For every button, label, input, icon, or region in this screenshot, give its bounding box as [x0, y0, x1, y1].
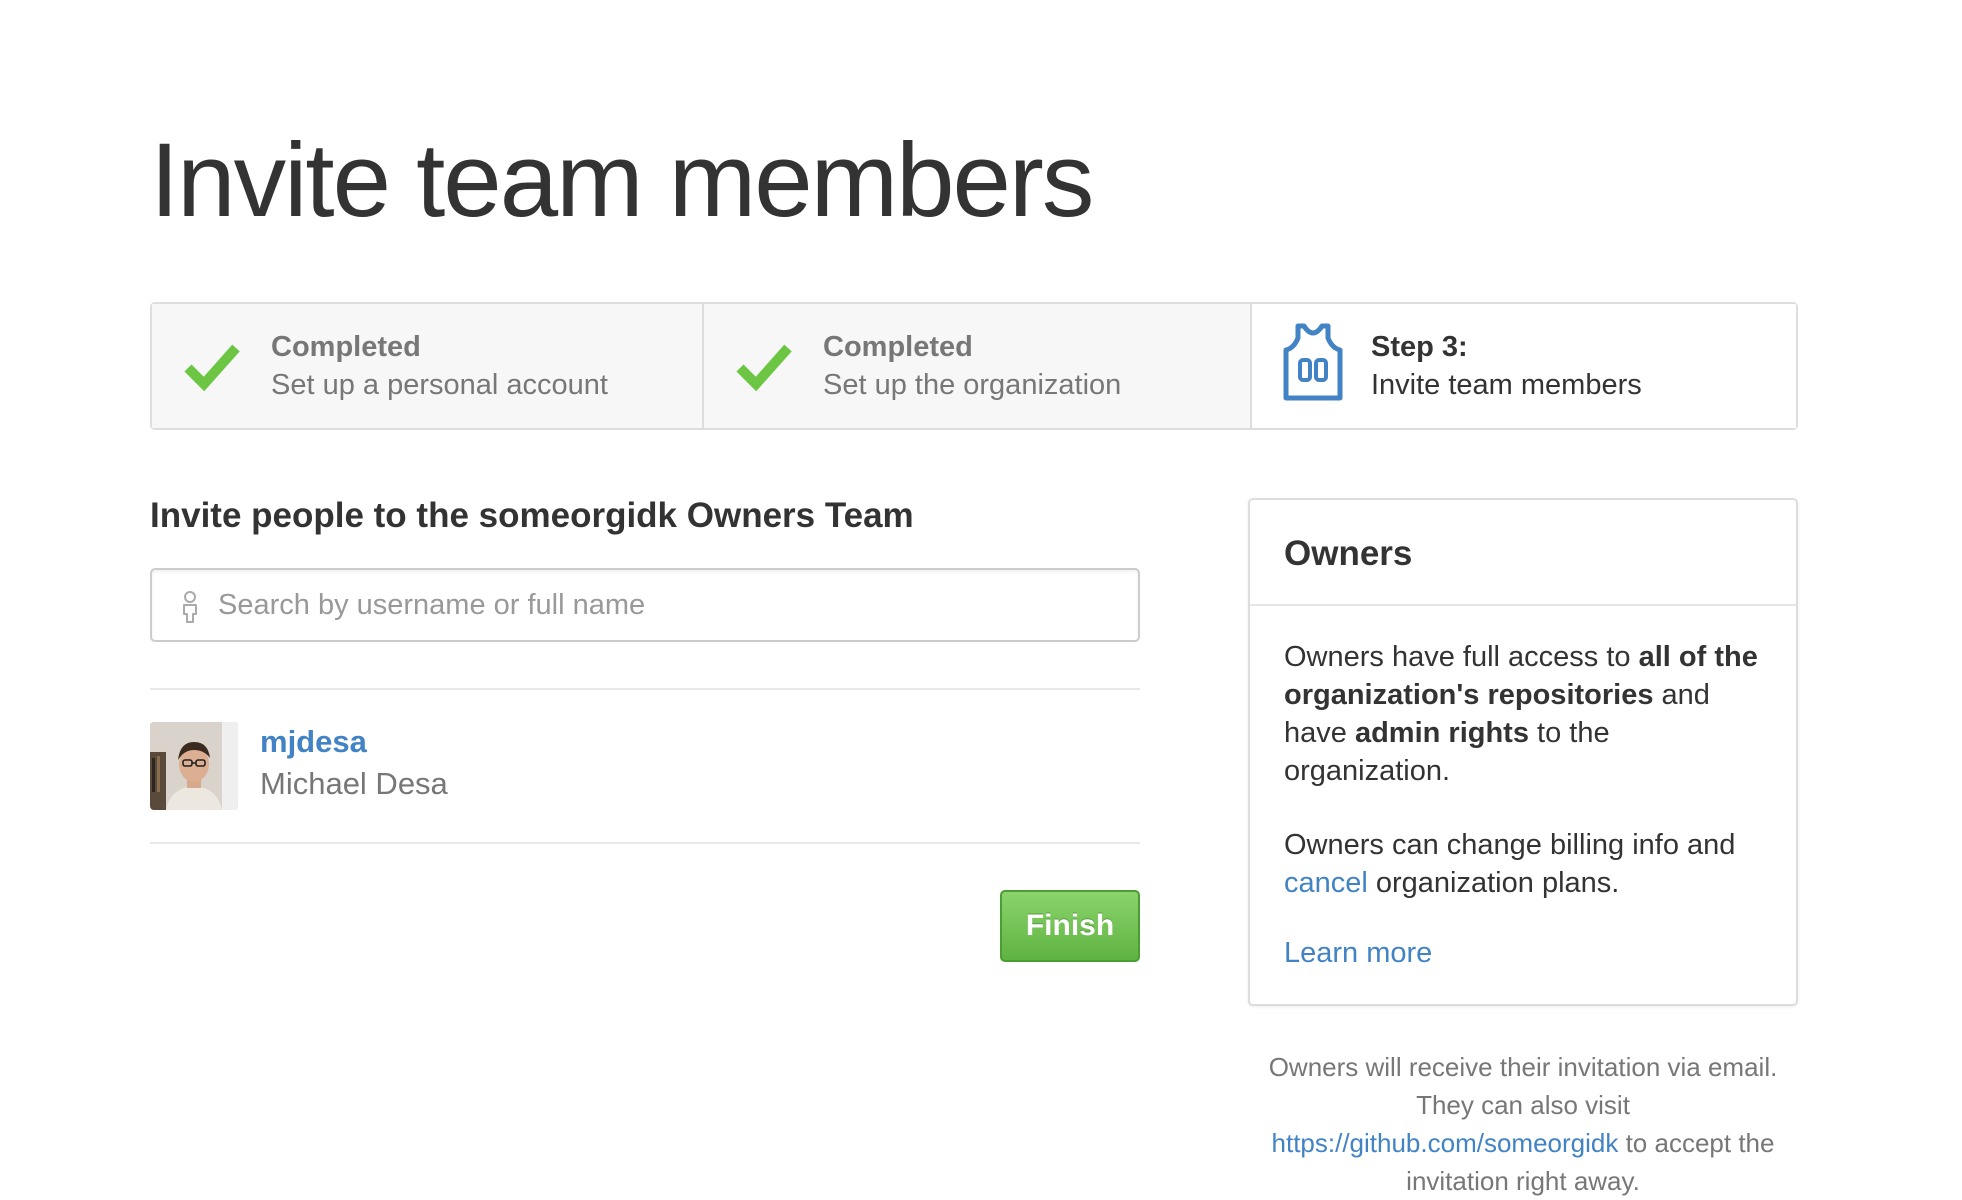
text: organization plans.	[1367, 867, 1620, 899]
owners-info-panel: Owners Owners have full access to all of…	[1248, 498, 1798, 1006]
text: Owners can change billing info and	[1284, 829, 1736, 861]
divider	[150, 688, 1140, 690]
step-personal-account: Completed Set up a personal account	[152, 304, 702, 428]
step-status: Completed	[823, 331, 973, 363]
emphasis-text: admin rights	[1354, 717, 1529, 749]
owners-panel-header: Owners	[1250, 500, 1796, 606]
step-status: Completed	[271, 331, 421, 363]
finish-button[interactable]: Finish	[1000, 890, 1140, 962]
checkmark-icon	[184, 344, 240, 392]
step-description: Set up the organization	[823, 369, 1122, 401]
text: Owners have full access to	[1284, 641, 1639, 673]
divider	[150, 842, 1140, 844]
owners-panel-body: Owners have full access to all of the or…	[1284, 638, 1774, 972]
avatar[interactable]	[150, 722, 238, 810]
step-status: Step 3:	[1371, 331, 1468, 363]
owners-access-description: Owners have full access to all of the or…	[1284, 638, 1774, 790]
search-input[interactable]	[218, 570, 1118, 640]
owners-panel-title: Owners	[1284, 534, 1413, 573]
member-username-link[interactable]: mjdesa	[260, 724, 367, 760]
invite-heading: Invite people to the someorgidk Owners T…	[150, 496, 914, 535]
cancel-link[interactable]: cancel	[1284, 867, 1368, 899]
checkmark-icon	[736, 344, 792, 392]
list-item: mjdesa Michael Desa	[150, 720, 1140, 810]
owners-billing-description: Owners can change billing info and cance…	[1284, 826, 1774, 902]
jersey-icon	[1283, 323, 1343, 401]
member-full-name: Michael Desa	[260, 766, 448, 801]
invitation-note: Owners will receive their invitation via…	[1248, 1048, 1798, 1200]
person-icon	[183, 591, 197, 623]
text: Owners will receive their invitation via…	[1268, 1052, 1778, 1120]
step-description: Invite team members	[1371, 369, 1642, 401]
step-invite-members: Step 3: Invite team members	[1250, 304, 1796, 428]
organization-url-link[interactable]: https://github.com/someorgidk	[1272, 1128, 1619, 1158]
learn-more-link[interactable]: Learn more	[1284, 934, 1432, 972]
step-organization: Completed Set up the organization	[702, 304, 1250, 428]
setup-steps: Completed Set up a personal account Comp…	[150, 302, 1798, 430]
member-search-field[interactable]	[150, 568, 1140, 642]
page-title: Invite team members	[150, 122, 1094, 239]
step-description: Set up a personal account	[271, 369, 608, 401]
